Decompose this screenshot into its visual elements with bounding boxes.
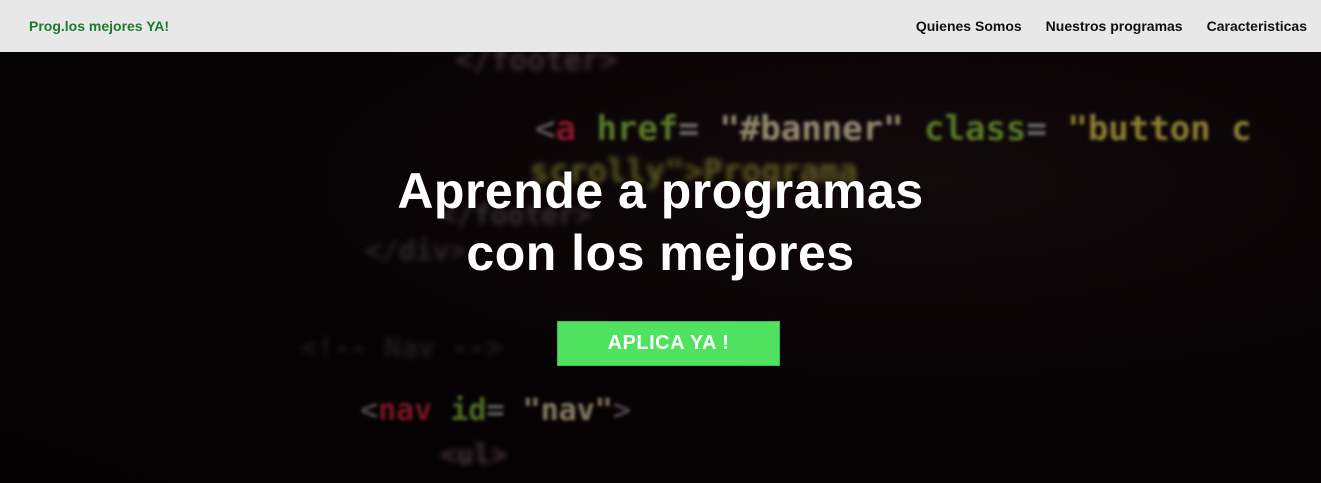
nav-link-quienes-somos[interactable]: Quienes Somos <box>916 18 1022 34</box>
nav-link-caracteristicas[interactable]: Caracteristicas <box>1207 18 1307 34</box>
brand-link[interactable]: Prog.los mejores YA! <box>29 18 169 34</box>
hero-title: Aprende a programas con los mejores <box>0 160 1321 284</box>
hero-title-line-2: con los mejores <box>466 225 855 281</box>
hero-banner: </footer> <a href= "#banner" class= "but… <box>0 52 1321 483</box>
apply-now-button[interactable]: APLICA YA ! <box>557 321 780 366</box>
nav-link-nuestros-programas[interactable]: Nuestros programas <box>1046 18 1183 34</box>
navbar: Prog.los mejores YA! Quienes Somos Nuest… <box>0 0 1321 52</box>
hero-title-line-1: Aprende a programas <box>397 163 924 219</box>
nav-links: Quienes Somos Nuestros programas Caracte… <box>916 0 1307 52</box>
